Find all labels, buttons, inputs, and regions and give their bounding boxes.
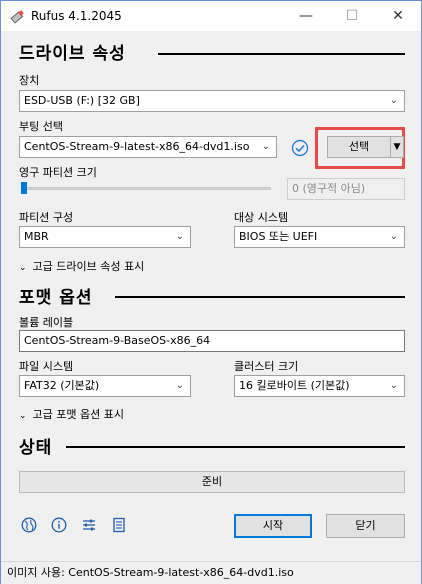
chevron-down-icon: ⌄ <box>19 411 27 421</box>
target-system-dropdown[interactable]: BIOS 또는 UEFI ⌄ <box>234 226 405 248</box>
section-divider <box>158 53 405 55</box>
globe-icon[interactable] <box>21 517 37 533</box>
volume-label-label: 볼륨 레이블 <box>19 316 74 329</box>
start-button[interactable]: 시작 <box>234 514 312 538</box>
persistent-size-slider[interactable] <box>23 187 271 190</box>
section-divider <box>66 446 405 448</box>
volume-label-input[interactable]: CentOS-Stream-9-BaseOS-x86_64 <box>19 330 405 352</box>
slider-thumb[interactable] <box>21 182 27 194</box>
status-bar: 이미지 사용: CentOS-Stream-9-latest-x86_64-dv… <box>1 561 421 584</box>
device-label: 장치 <box>19 74 40 87</box>
rufus-window: Rufus 4.1.2045 — ☐ ✕ 드라이브 속성 장치 ESD-USB … <box>0 0 422 584</box>
close-window-button[interactable]: ✕ <box>375 1 421 31</box>
usb-drive-icon <box>10 10 24 24</box>
partition-scheme-dropdown[interactable]: MBR ⌄ <box>19 226 191 248</box>
partition-scheme-value: MBR <box>24 230 49 243</box>
boot-selection-dropdown[interactable]: CentOS-Stream-9-latest-x86_64-dvd1.iso ⌄ <box>19 136 277 158</box>
persistent-partition-label: 영구 파티션 크기 <box>19 166 97 179</box>
advanced-drive-label: 고급 드라이브 속성 표시 <box>32 260 145 273</box>
advanced-drive-toggle[interactable]: ⌄ 고급 드라이브 속성 표시 <box>19 258 144 274</box>
section-divider <box>115 296 405 298</box>
advanced-format-toggle[interactable]: ⌄ 고급 포맷 옵션 표시 <box>19 406 124 422</box>
cluster-size-value: 16 킬로바이트 (기본값) <box>239 379 350 392</box>
drive-properties-title: 드라이브 속성 <box>19 44 126 64</box>
boot-selection-label: 부팅 선택 <box>19 120 63 133</box>
log-icon[interactable] <box>111 517 127 533</box>
status-title: 상태 <box>19 438 53 458</box>
status-progress-bar: 준비 <box>19 471 405 493</box>
settings-sliders-icon[interactable] <box>81 517 97 533</box>
chevron-down-icon: ⌄ <box>19 263 27 273</box>
close-button[interactable]: 닫기 <box>326 514 405 538</box>
partition-scheme-label: 파티션 구성 <box>19 211 74 224</box>
minimize-button[interactable]: — <box>283 1 329 31</box>
window-title: Rufus 4.1.2045 <box>31 9 122 23</box>
file-system-dropdown[interactable]: FAT32 (기본값) ⌄ <box>19 375 191 397</box>
chevron-down-icon: ⌄ <box>175 231 184 242</box>
format-options-title: 포맷 옵션 <box>19 288 93 308</box>
maximize-button[interactable]: ☐ <box>329 1 375 31</box>
select-button[interactable]: 선택 <box>327 136 391 158</box>
chevron-down-icon: ⌄ <box>175 380 184 391</box>
cluster-size-dropdown[interactable]: 16 킬로바이트 (기본값) ⌄ <box>234 375 405 397</box>
device-dropdown[interactable]: ESD-USB (F:) [32 GB] ⌄ <box>19 90 405 112</box>
target-system-value: BIOS 또는 UEFI <box>239 230 318 243</box>
file-system-value: FAT32 (기본값) <box>24 379 100 392</box>
chevron-down-icon: ⌄ <box>261 141 270 152</box>
target-system-label: 대상 시스템 <box>234 211 289 224</box>
advanced-format-label: 고급 포맷 옵션 표시 <box>32 408 124 421</box>
device-value: ESD-USB (F:) [32 GB] <box>24 94 140 107</box>
cluster-size-label: 클러스터 크기 <box>234 360 299 373</box>
boot-selection-value: CentOS-Stream-9-latest-x86_64-dvd1.iso <box>24 140 250 153</box>
check-hash-icon[interactable] <box>291 139 309 157</box>
title-bar: Rufus 4.1.2045 — ☐ ✕ <box>1 1 421 31</box>
persistent-size-field: 0 (영구적 아님) <box>287 178 405 200</box>
info-icon[interactable] <box>51 517 67 533</box>
chevron-down-icon: ⌄ <box>389 231 398 242</box>
chevron-down-icon: ⌄ <box>389 380 398 391</box>
select-dropdown-arrow-icon[interactable]: ▼ <box>390 136 404 158</box>
file-system-label: 파일 시스템 <box>19 360 74 373</box>
chevron-down-icon: ⌄ <box>389 95 398 106</box>
